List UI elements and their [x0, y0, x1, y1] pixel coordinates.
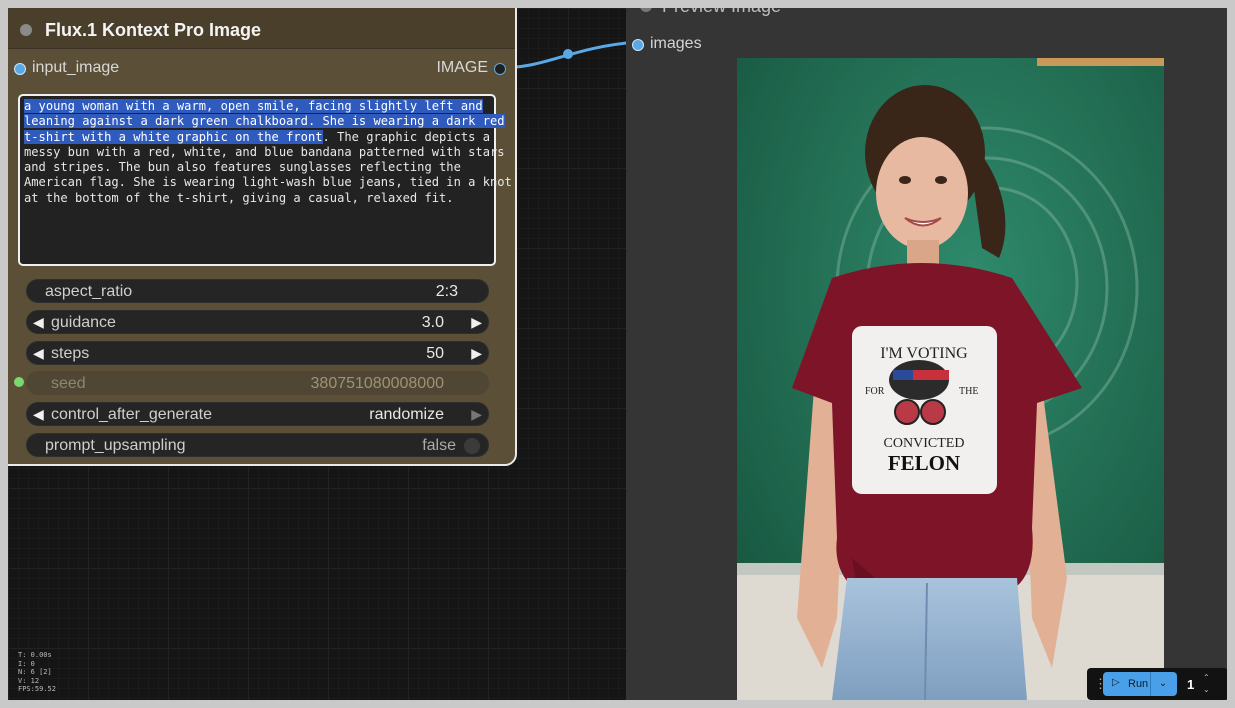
widget-value: randomize — [369, 406, 444, 423]
output-image-socket[interactable] — [494, 63, 506, 75]
shirt-text: CONVICTED — [884, 436, 965, 451]
widget-value: 50 — [426, 345, 444, 362]
increment-arrow-icon[interactable]: ▶ — [471, 314, 482, 331]
prompt-selection-line: leaning against a dark green chalkboard.… — [24, 114, 505, 129]
widget-value: false — [422, 437, 456, 454]
widget-label: aspect_ratio — [45, 283, 133, 300]
guidance-widget[interactable]: ◀ guidance 3.0 ▶ — [26, 310, 489, 334]
prompt-selection-line: t-shirt with a white graphic on the fron… — [24, 129, 323, 144]
preview-image: I'M VOTING FOR THE CONVICTED FELON — [737, 58, 1164, 700]
increment-arrow-icon[interactable]: ▶ — [471, 345, 482, 362]
link-midpoint[interactable] — [563, 49, 573, 59]
prompt-line: at the bottom of the t-shirt, giving a c… — [24, 190, 454, 205]
prompt-line: and stripes. The bun also features sungl… — [24, 160, 461, 175]
preview-image-node[interactable]: Preview Image images — [626, 8, 1227, 700]
chevron-up-icon[interactable]: ⌃ — [1203, 672, 1210, 684]
shirt-text: FELON — [888, 451, 960, 475]
seed-widget: seed 380751080008000 — [26, 371, 489, 395]
widget-value: 380751080008000 — [310, 375, 444, 392]
node-collapse-dot[interactable] — [640, 8, 652, 12]
stat-fps: FPS:59.52 — [18, 685, 56, 693]
images-label: images — [650, 35, 702, 52]
shirt-text: FOR — [865, 386, 885, 397]
prompt-selection-line: a young woman with a warm, open smile, f… — [24, 99, 483, 113]
output-image-socket-row: IMAGE — [428, 58, 508, 78]
prompt-upsampling-widget[interactable]: prompt_upsampling false — [26, 433, 489, 457]
stat-i: I: 0 — [18, 659, 35, 668]
chevron-down-icon[interactable]: ⌄ — [1150, 672, 1175, 696]
images-socket[interactable] — [632, 39, 644, 51]
control-after-generate-widget[interactable]: ◀ control_after_generate randomize ▶ — [26, 402, 489, 426]
input-image-label: input_image — [32, 59, 120, 76]
stat-v: V: 12 — [18, 676, 40, 685]
run-toolbar: ⋮⋮ ▷ Run ⌄ 1 ⌃ ⌄ — [1087, 668, 1227, 700]
prompt-line: messy bun with a red, white, and blue ba… — [24, 144, 505, 159]
decrement-arrow-icon[interactable]: ◀ — [33, 345, 44, 362]
node-title: Preview Image — [662, 8, 781, 17]
seed-input-socket[interactable] — [14, 377, 24, 387]
shirt-text: I'M VOTING — [880, 345, 968, 362]
decrement-arrow-icon[interactable]: ◀ — [33, 314, 44, 331]
widget-label: seed — [51, 375, 86, 392]
widget-label: guidance — [51, 314, 116, 331]
chevron-down-icon[interactable]: ⌄ — [1203, 684, 1210, 696]
stat-time: T: 0.00s — [18, 651, 52, 659]
prompt-line: . The graphic depicts a — [322, 129, 490, 144]
widget-label: control_after_generate — [51, 406, 212, 423]
steps-widget[interactable]: ◀ steps 50 ▶ — [26, 341, 489, 365]
flux-kontext-node[interactable]: Flux.1 Kontext Pro Image input_image IMA… — [8, 8, 517, 466]
widget-label: prompt_upsampling — [45, 437, 186, 454]
widget-value: 2:3 — [435, 283, 458, 300]
canvas[interactable]: Flux.1 Kontext Pro Image input_image IMA… — [8, 8, 1227, 700]
run-button[interactable]: ▷ Run ⌄ — [1103, 672, 1177, 696]
aspect-ratio-widget[interactable]: aspect_ratio 2:3 — [26, 279, 489, 303]
prompt-textarea[interactable]: a young woman with a warm, open smile, f… — [18, 94, 512, 266]
batch-count-input[interactable]: 1 — [1187, 677, 1194, 692]
widget-value: 3.0 — [421, 314, 444, 331]
node-header[interactable]: Flux.1 Kontext Pro Image — [8, 8, 515, 49]
output-image-label: IMAGE — [436, 59, 488, 76]
node-collapse-dot[interactable] — [20, 24, 32, 36]
input-image-socket[interactable] — [14, 63, 26, 75]
run-label: Run — [1128, 678, 1149, 690]
widget-label: steps — [51, 345, 90, 362]
generated-photo: I'M VOTING FOR THE CONVICTED FELON — [737, 58, 1164, 700]
node-title: Flux.1 Kontext Pro Image — [45, 20, 262, 40]
increment-arrow-icon[interactable]: ▶ — [471, 406, 482, 423]
stat-nodes: N: 6 [2] — [18, 668, 52, 676]
decrement-arrow-icon[interactable]: ◀ — [33, 406, 44, 423]
batch-count-stepper[interactable]: ⌃ ⌄ — [1203, 672, 1210, 696]
prompt-line: American flag. She is wearing light-wash… — [24, 175, 512, 190]
play-icon: ▷ — [1112, 677, 1120, 688]
render-stats: T: 0.00s I: 0 N: 6 [2] V: 12 FPS:59.52 — [18, 651, 56, 694]
toggle-switch[interactable] — [464, 438, 480, 454]
shirt-text: THE — [959, 386, 978, 397]
